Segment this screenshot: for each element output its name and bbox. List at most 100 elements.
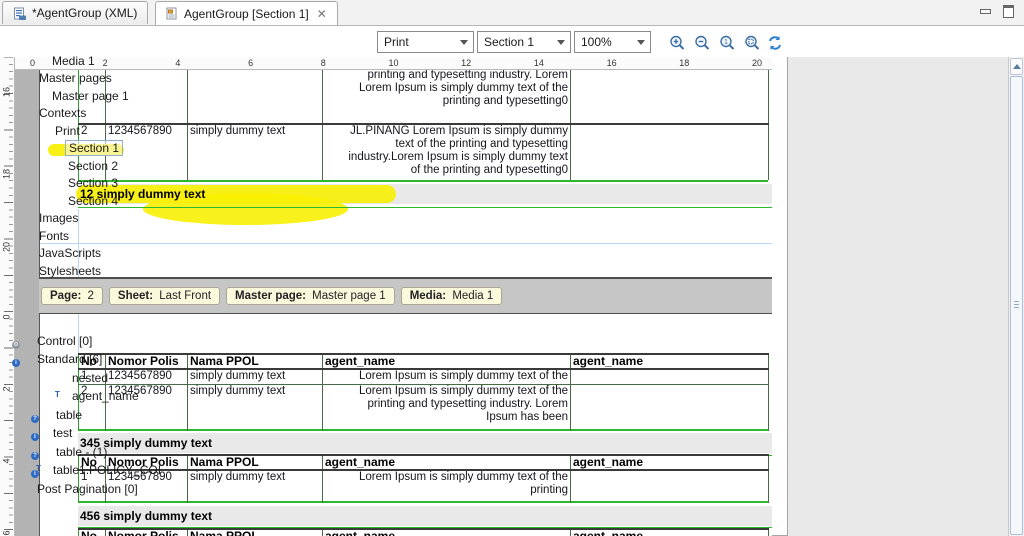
table-cell[interactable] <box>570 70 769 125</box>
section-select-value: Section 1 <box>484 35 535 49</box>
zoom-fit-button[interactable] <box>743 34 761 52</box>
status-badge-value: Last Front <box>156 290 212 302</box>
group-band-345[interactable]: 345 simply dummy text <box>78 433 772 453</box>
ruler-label: 18 <box>679 58 690 68</box>
context-select[interactable]: Print <box>377 31 474 53</box>
tree-item-label: Master pages <box>39 71 112 86</box>
status-badge-value: Media 1 <box>449 290 494 302</box>
column-header-agent-name[interactable]: agent_name <box>570 528 769 536</box>
status-badge-label: Sheet: <box>117 290 154 302</box>
editor-area: *AgentGroup (XML) AgentGroup [Section 1]… <box>0 0 1024 536</box>
table-row: 2 1234567890 simply dummy text Lorem Ipsum … <box>78 383 769 431</box>
text-mark-icon: T <box>55 390 60 400</box>
table-cell[interactable]: simply dummy text <box>187 469 323 503</box>
group-footer-band[interactable]: 12 simply dummy text <box>76 184 772 225</box>
ruler-label: 4 <box>1 458 12 464</box>
column-header-agent-name[interactable]: agent_name <box>570 454 769 471</box>
table-cell[interactable] <box>570 123 769 180</box>
decorator-badge-icon: ? <box>31 414 39 423</box>
section-select[interactable]: Section 1 <box>477 31 571 53</box>
decorator-badge-icon: ? <box>31 451 39 460</box>
table-cell[interactable]: simply dummy text <box>187 123 323 180</box>
column-header-agent-name[interactable]: agent_name <box>322 353 571 370</box>
maximize-icon <box>1003 5 1014 18</box>
table-cell[interactable]: Lorem Ipsum is simply dummy text of the … <box>322 469 571 503</box>
ruler-label: 16 <box>606 58 617 68</box>
table-cell[interactable]: simply dummy text <box>187 383 323 431</box>
table-bottom-line <box>78 180 768 182</box>
table-cell[interactable] <box>570 469 769 503</box>
editor-tab-bar: *AgentGroup (XML) AgentGroup [Section 1]… <box>0 0 1024 26</box>
minimize-button[interactable] <box>978 5 993 18</box>
table-cell[interactable]: simply dummy text <box>187 368 323 385</box>
column-header-nama-ppol[interactable]: Nama PPOL <box>187 353 323 370</box>
column-header-nomor-polis[interactable]: Nomor Polis <box>105 528 188 536</box>
editor-scrollbar[interactable] <box>1008 57 1024 536</box>
column-header-agent-name[interactable]: agent_name <box>322 454 571 471</box>
tree-item-label: Fonts <box>39 228 70 243</box>
refresh-button[interactable] <box>766 34 784 52</box>
table-cell[interactable]: printing and typesetting industry. Lorem… <box>322 70 571 125</box>
tree-item-label: Images <box>39 211 79 226</box>
column-header-nomor-polis[interactable]: Nomor Polis <box>105 353 188 370</box>
column-header-agent-name[interactable]: agent_name <box>322 528 571 536</box>
table-cell[interactable]: Lorem Ipsum is simply dummy text of the <box>322 368 571 385</box>
report-table[interactable]: No Nomor Polis Nama PPOL agent_name agent_na… <box>78 528 769 536</box>
decorator-badge-icon: ⚙ <box>12 340 20 349</box>
zoom-in-button[interactable] <box>668 34 686 52</box>
table-row: 1 1234567890 simply dummy text Lorem Ipsum … <box>78 368 769 385</box>
ruler-label: 6 <box>248 58 254 68</box>
editor-tab-agentgroup-section-1[interactable]: AgentGroup [Section 1] ✕ <box>155 1 338 25</box>
ruler-label: 0 <box>29 58 35 68</box>
script-name: table1.POLICY_COI <box>53 463 162 478</box>
zoom-select[interactable]: 100% <box>574 31 651 53</box>
table-row: 2 1234567890 simply dummy text JL.PINANG Lo… <box>78 123 769 180</box>
context-select-value: Print <box>384 35 409 49</box>
table-cell[interactable] <box>570 368 769 385</box>
preview-page-3[interactable]: 345 simply dummy text 456 simply dummy t… <box>39 313 772 536</box>
zoom-out-icon <box>695 35 710 50</box>
script-name: nested <box>72 370 109 385</box>
tree-item-label: Contexts <box>39 106 87 121</box>
script-name: agent_name <box>72 389 139 404</box>
app-window: Resources Outline Media 1◢Master pagesMa… <box>0 0 1024 536</box>
report-table[interactable]: printing and typesetting industry. Lorem… <box>78 70 769 180</box>
maximize-button[interactable] <box>1001 5 1016 18</box>
band-text: 456 simply dummy text <box>80 509 213 523</box>
guide-line-horizontal <box>40 243 772 244</box>
editor-toolbar: Print Section 1 100% 1 <box>0 26 1024 57</box>
preview-page-2[interactable]: 12 simply dummy text printing and typese… <box>39 70 772 279</box>
table-cell[interactable]: JL.PINANG Lorem Ipsum is simply dummy te… <box>322 123 571 180</box>
zoom-100-icon: 1 <box>720 35 735 50</box>
table-row: 1 1234567890 simply dummy text Lorem Ipsum … <box>78 469 769 503</box>
editor-tab-label: *AgentGroup (XML) <box>32 6 138 20</box>
zoom-actual-button[interactable]: 1 <box>718 34 736 52</box>
column-header-agent-name[interactable]: agent_name <box>570 353 769 370</box>
column-header-nama-ppol[interactable]: Nama PPOL <box>187 454 323 471</box>
status-badge-value: Master page 1 <box>308 290 386 302</box>
horizontal-ruler: 0 2 4 6 8 10 12 14 16 18 20 <box>15 57 772 70</box>
scrollbar-thumb[interactable] <box>1010 76 1023 535</box>
section-doc-icon <box>166 7 177 20</box>
vertical-ruler: 16 18 20 0 2 4 6 <box>0 57 15 536</box>
group-band-456[interactable]: 456 simply dummy text <box>78 506 772 526</box>
column-header-nama-ppol[interactable]: Nama PPOL <box>187 528 323 536</box>
scroll-up-button[interactable] <box>1010 58 1023 75</box>
column-header-no[interactable]: No <box>78 528 106 536</box>
status-badge-media: Media: Media 1 <box>400 287 503 305</box>
editor-tab-agentgroup-xml[interactable]: *AgentGroup (XML) <box>2 1 149 24</box>
zoom-in-icon <box>670 35 685 50</box>
close-icon[interactable]: ✕ <box>317 7 327 21</box>
status-badge-value: 2 <box>84 290 94 302</box>
report-table[interactable]: No Nomor Polis Nama PPOL agent_name agent_na… <box>78 353 769 431</box>
ruler-label: 8 <box>320 58 326 68</box>
table-cell[interactable]: Lorem Ipsum is simply dummy text of the … <box>322 383 571 431</box>
report-table[interactable]: No Nomor Polis Nama PPOL agent_name agent_na… <box>78 454 769 503</box>
table-cell[interactable] <box>570 383 769 431</box>
table-cell[interactable]: 1234567890 <box>105 368 188 385</box>
table-cell[interactable] <box>187 70 323 125</box>
minimize-icon <box>980 9 991 14</box>
zoom-out-button[interactable] <box>693 34 711 52</box>
xml-doc-icon <box>14 7 26 20</box>
zoom-fit-icon <box>745 35 760 50</box>
